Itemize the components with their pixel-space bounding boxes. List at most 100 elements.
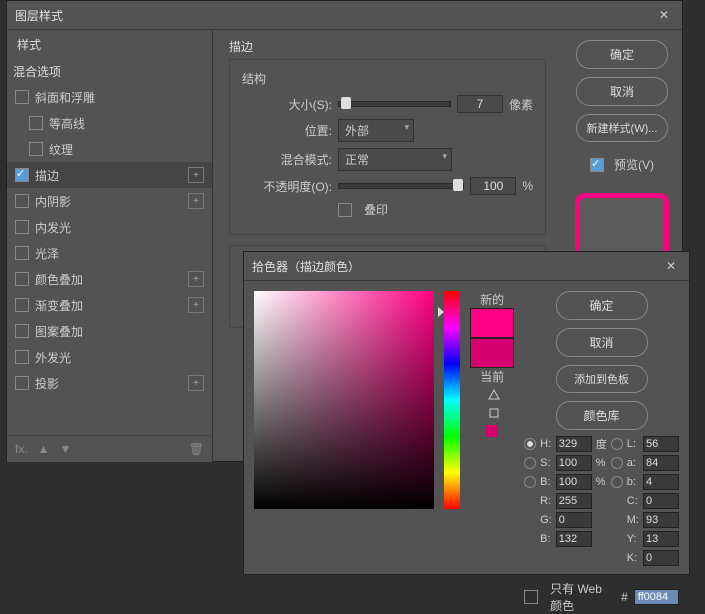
- h-input[interactable]: 329: [556, 436, 592, 452]
- current-swatch[interactable]: [470, 338, 514, 368]
- add-effect-icon[interactable]: +: [188, 167, 204, 183]
- blend-options[interactable]: 混合选项: [7, 59, 212, 84]
- warning-icon[interactable]: [488, 389, 500, 401]
- color-lib-button[interactable]: 颜色库: [556, 401, 648, 430]
- style-checkbox[interactable]: [15, 324, 29, 338]
- style-checkbox[interactable]: [15, 246, 29, 260]
- g-input[interactable]: 0: [556, 512, 592, 528]
- bb-input[interactable]: 132: [556, 531, 592, 547]
- position-label: 位置:: [242, 122, 332, 139]
- k-input[interactable]: 0: [643, 550, 679, 566]
- add-effect-icon[interactable]: +: [188, 297, 204, 313]
- style-checkbox[interactable]: [15, 272, 29, 286]
- add-effect-icon[interactable]: +: [188, 193, 204, 209]
- down-icon[interactable]: ▼: [60, 442, 72, 456]
- websafe-swatch[interactable]: [486, 425, 498, 437]
- style-label: 外发光: [35, 349, 204, 366]
- picker-cancel-button[interactable]: 取消: [556, 328, 648, 357]
- style-label: 描边: [35, 167, 188, 184]
- picker-ok-button[interactable]: 确定: [556, 291, 648, 320]
- hue-slider[interactable]: [444, 291, 460, 509]
- l-input[interactable]: 56: [643, 436, 679, 452]
- style-checkbox[interactable]: [29, 142, 43, 156]
- sidebar-footer: fx. ▲ ▼ 🗑: [7, 435, 212, 462]
- opacity-slider[interactable]: [338, 183, 464, 189]
- style-row[interactable]: 投影+: [7, 370, 212, 396]
- cube-icon[interactable]: [488, 407, 500, 419]
- new-swatch[interactable]: [470, 308, 514, 338]
- style-label: 斜面和浮雕: [35, 89, 204, 106]
- add-effect-icon[interactable]: +: [188, 375, 204, 391]
- styles-sidebar: 样式 混合选项 斜面和浮雕等高线纹理描边+内阴影+内发光光泽颜色叠加+渐变叠加+…: [7, 30, 213, 462]
- style-checkbox[interactable]: [15, 376, 29, 390]
- size-value[interactable]: 7: [457, 95, 503, 113]
- up-icon[interactable]: ▲: [38, 442, 50, 456]
- b-radio[interactable]: [611, 476, 623, 488]
- style-row[interactable]: 外发光: [7, 344, 212, 370]
- close-icon[interactable]: ✕: [661, 256, 681, 276]
- style-checkbox[interactable]: [29, 116, 43, 130]
- overprint-label: 叠印: [364, 201, 388, 218]
- style-checkbox[interactable]: [15, 298, 29, 312]
- blendmode-select[interactable]: 正常: [338, 148, 452, 171]
- style-row[interactable]: 图案叠加: [7, 318, 212, 344]
- main-titlebar[interactable]: 图层样式 ✕: [7, 1, 682, 30]
- add-swatch-button[interactable]: 添加到色板: [556, 365, 648, 393]
- style-row[interactable]: 斜面和浮雕: [7, 84, 212, 110]
- style-row[interactable]: 内阴影+: [7, 188, 212, 214]
- fx-icon[interactable]: fx.: [15, 442, 28, 456]
- style-row[interactable]: 颜色叠加+: [7, 266, 212, 292]
- style-checkbox[interactable]: [15, 350, 29, 364]
- opacity-label: 不透明度(O):: [242, 178, 332, 195]
- web-only-checkbox[interactable]: [524, 590, 538, 604]
- style-label: 内发光: [35, 219, 204, 236]
- sv-field[interactable]: [254, 291, 434, 509]
- overprint-checkbox[interactable]: [338, 203, 352, 217]
- l-radio[interactable]: [611, 438, 623, 450]
- style-label: 纹理: [49, 141, 204, 158]
- style-row[interactable]: 内发光: [7, 214, 212, 240]
- y-input[interactable]: 13: [643, 531, 679, 547]
- style-row[interactable]: 纹理: [7, 136, 212, 162]
- bv-input[interactable]: 100: [556, 474, 592, 490]
- add-effect-icon[interactable]: +: [188, 271, 204, 287]
- bv-radio[interactable]: [524, 476, 536, 488]
- position-select[interactable]: 外部: [338, 119, 414, 142]
- style-label: 光泽: [35, 245, 204, 262]
- style-checkbox[interactable]: [15, 220, 29, 234]
- style-label: 等高线: [49, 115, 204, 132]
- style-checkbox[interactable]: [15, 168, 29, 182]
- style-checkbox[interactable]: [15, 194, 29, 208]
- trash-icon[interactable]: 🗑: [189, 442, 204, 456]
- c-input[interactable]: 0: [643, 493, 679, 509]
- r-input[interactable]: 255: [556, 493, 592, 509]
- h-radio[interactable]: [524, 438, 536, 450]
- style-row[interactable]: 等高线: [7, 110, 212, 136]
- preview-checkbox[interactable]: [590, 158, 604, 172]
- style-row[interactable]: 光泽: [7, 240, 212, 266]
- s-radio[interactable]: [524, 457, 536, 469]
- b-input[interactable]: 4: [643, 474, 679, 490]
- style-label: 投影: [35, 375, 188, 392]
- hue-indicator-icon: [438, 307, 444, 317]
- a-input[interactable]: 84: [643, 455, 679, 471]
- size-slider[interactable]: [338, 101, 451, 107]
- opacity-value[interactable]: 100: [470, 177, 516, 195]
- style-row[interactable]: 渐变叠加+: [7, 292, 212, 318]
- m-input[interactable]: 93: [643, 512, 679, 528]
- preview-label: 预览(V): [614, 156, 654, 173]
- color-picker-dialog: 拾色器（描边颜色） ✕ 新的 当前 确定 取消 添加到色板 颜色库 H:329度…: [243, 251, 690, 575]
- picker-titlebar[interactable]: 拾色器（描边颜色） ✕: [244, 252, 689, 281]
- structure-label: 结构: [242, 70, 533, 87]
- s-input[interactable]: 100: [556, 455, 592, 471]
- style-checkbox[interactable]: [15, 90, 29, 104]
- style-label: 内阴影: [35, 193, 188, 210]
- ok-button[interactable]: 确定: [576, 40, 668, 69]
- style-row[interactable]: 描边+: [7, 162, 212, 188]
- hex-input[interactable]: ff0084: [634, 589, 679, 605]
- cancel-button[interactable]: 取消: [576, 77, 668, 106]
- style-label: 图案叠加: [35, 323, 204, 340]
- close-icon[interactable]: ✕: [654, 5, 674, 25]
- a-radio[interactable]: [611, 457, 623, 469]
- new-style-button[interactable]: 新建样式(W)...: [576, 114, 668, 142]
